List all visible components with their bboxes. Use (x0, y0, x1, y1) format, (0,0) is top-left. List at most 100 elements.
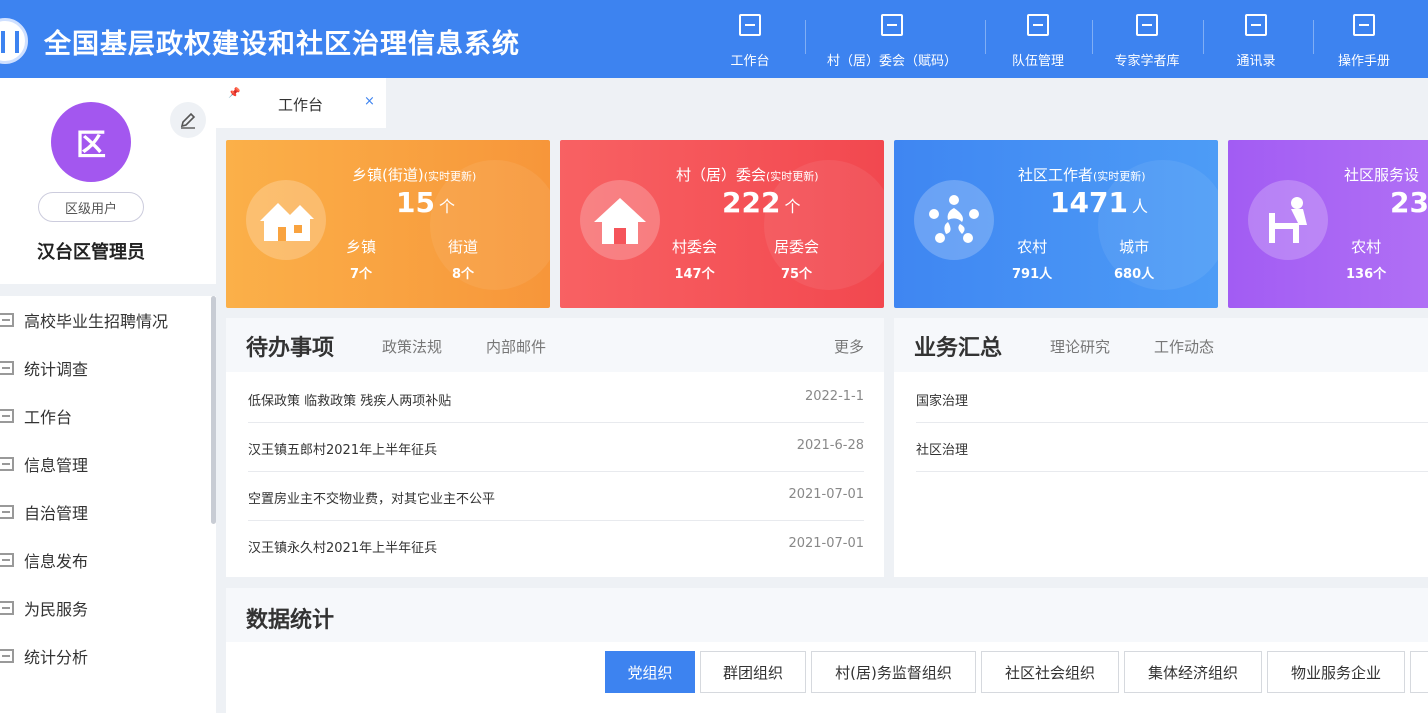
menu-item-info-management[interactable]: 信息管理 (0, 442, 210, 486)
nav-label: 队伍管理 (1011, 54, 1064, 69)
todo-panel: 待办事项 政策法规 内部邮件 更多 低保政策 临救政策 残疾人两项补贴 2022… (226, 318, 884, 577)
item-date: 2021-07-01 (788, 536, 864, 551)
avatar: 区 (51, 102, 131, 182)
card-sub-street: 街道 8个 (448, 238, 479, 282)
todo-title[interactable]: 待办事项 (246, 330, 334, 362)
menu-label: 工作台 (24, 408, 73, 427)
stat-card-committees[interactable]: 村（居）委会(实时更新) 222 个 村委会 147个 居委会 75个 (560, 140, 884, 308)
tab-policies[interactable]: 政策法规 (382, 336, 442, 357)
list-icon (0, 457, 14, 471)
item-date: 2021-07-01 (788, 487, 864, 502)
pencil-icon (180, 112, 196, 129)
menu-item-public-service[interactable]: 为民服务 (0, 586, 210, 630)
filter-social-org-button[interactable]: 社区社会组织 (981, 651, 1119, 693)
stat-card-service-facilities[interactable]: 社区服务设 231 农村136个 (1228, 140, 1428, 308)
filter-mass-org-button[interactable]: 群团组织 (700, 651, 806, 693)
nav-manual[interactable]: 操作手册 (1334, 0, 1394, 78)
list-item[interactable]: 国家治理 (916, 374, 1428, 423)
user-profile-card: 区 区级用户 汉台区管理员 (0, 78, 216, 284)
tab-theory-research[interactable]: 理论研究 (1050, 336, 1110, 357)
tab-label: 工作台 (278, 96, 324, 114)
tab-work-news[interactable]: 工作动态 (1154, 336, 1214, 357)
close-icon[interactable]: × (364, 94, 375, 109)
menu-item-autonomy-management[interactable]: 自治管理 (0, 490, 210, 534)
card-count: 15 个 (396, 186, 455, 219)
menu-label: 统计分析 (24, 648, 89, 667)
menu-item-workbench[interactable]: 工作台 (0, 394, 210, 438)
business-panel-header: 业务汇总 理论研究 工作动态 (894, 318, 1428, 372)
caregiver-icon (1248, 180, 1328, 260)
document-icon (0, 553, 14, 567)
menu-scrollbar[interactable] (211, 296, 216, 524)
item-date: 2022-1-1 (804, 389, 864, 404)
nav-label: 通讯录 (1236, 54, 1276, 69)
nav-divider (1313, 20, 1314, 54)
menu-item-statistical-analysis[interactable]: 统计分析 (0, 634, 210, 678)
business-panel: 业务汇总 理论研究 工作动态 国家治理 社区治理 (894, 318, 1428, 577)
card-count: 222 个 (722, 186, 801, 219)
list-icon (0, 313, 14, 327)
filter-property-service-button[interactable]: 物业服务企业 (1267, 651, 1405, 693)
card-count: 231 (1390, 186, 1428, 219)
stat-card-community-workers[interactable]: 社区工作者(实时更新) 1471 人 农村 791人 城市 680人 (894, 140, 1218, 308)
item-date: 2021-6-28 (796, 438, 864, 453)
user-name: 汉台区管理员 (37, 242, 145, 263)
more-link[interactable]: 更多 (834, 336, 864, 357)
menu-item-info-publishing[interactable]: 信息发布 (0, 538, 210, 582)
list-item[interactable]: 社区治理 (916, 423, 1428, 472)
business-title[interactable]: 业务汇总 (914, 330, 1002, 362)
data-stats-header: 数据统计 (226, 588, 1428, 642)
nav-label: 操作手册 (1337, 54, 1390, 69)
list-item[interactable]: 空置房业主不交物业费，对其它业主不公平 2021-07-01 (248, 472, 864, 521)
nav-divider (1203, 20, 1204, 54)
card-sub-village: 村委会 147个 (672, 238, 718, 282)
role-badge: 区级用户 (38, 192, 144, 222)
document-icon (0, 601, 14, 615)
card-sub-resident: 居委会 75个 (774, 238, 820, 282)
card-sub-rural: 农村 136个 (1346, 238, 1387, 282)
nav-label: 工作台 (730, 54, 770, 69)
item-title: 社区治理 (916, 443, 969, 458)
menu-label: 为民服务 (24, 600, 89, 619)
filter-next-button-partial[interactable] (1410, 651, 1428, 693)
data-stats-title: 数据统计 (246, 608, 335, 633)
menu-item-statistical-survey[interactable]: 统计调查 (0, 346, 210, 390)
tab-workbench[interactable]: 📌 工作台 × (216, 78, 386, 128)
filter-collective-economy-button[interactable]: 集体经济组织 (1124, 651, 1262, 693)
item-title: 汉王镇永久村2021年上半年征兵 (248, 541, 438, 556)
nav-label: 专家学者库 (1114, 54, 1180, 69)
stat-card-townships[interactable]: 乡镇(街道)(实时更新) 15 个 乡镇 7个 街道 8个 (226, 140, 550, 308)
people-circle-icon (914, 180, 994, 260)
nav-divider (1092, 20, 1093, 54)
tab-internal-mail[interactable]: 内部邮件 (486, 336, 546, 357)
code-icon (881, 14, 903, 36)
card-title: 乡镇(街道)(实时更新) (352, 166, 477, 184)
filter-supervision-org-button[interactable]: 村(居)务监督组织 (811, 651, 976, 693)
list-item[interactable]: 汉王镇五郎村2021年上半年征兵 2021-6-28 (248, 423, 864, 472)
list-item[interactable]: 低保政策 临救政策 残疾人两项补贴 2022-1-1 (248, 374, 864, 423)
card-title: 社区服务设 (1344, 166, 1420, 184)
menu-label: 自治管理 (24, 504, 89, 523)
nav-committee-coding[interactable]: 村（居）委会（赋码） (822, 0, 962, 78)
nav-team-management[interactable]: 队伍管理 (1008, 0, 1068, 78)
nav-expert-library[interactable]: 专家学者库 (1110, 0, 1184, 78)
edit-profile-button[interactable] (170, 102, 206, 138)
filter-party-org-button[interactable]: 党组织 (605, 651, 695, 693)
menu-item-graduate-recruitment[interactable]: 高校毕业生招聘情况 (0, 298, 210, 342)
todo-panel-header: 待办事项 政策法规 内部邮件 更多 (226, 318, 884, 372)
list-icon (0, 505, 14, 519)
top-header: 全国基层政权建设和社区治理信息系统 工作台 村（居）委会（赋码） 队伍管理 专家… (0, 0, 1428, 78)
pin-icon[interactable]: 📌 (228, 88, 240, 99)
nav-contacts[interactable]: 通讯录 (1233, 0, 1279, 78)
nav-label: 村（居）委会（赋码） (826, 54, 957, 69)
nav-workbench[interactable]: 工作台 (728, 0, 772, 78)
bar-chart-icon (0, 361, 14, 375)
card-sub-township: 乡镇 7个 (346, 238, 377, 282)
menu-label: 统计调查 (24, 360, 89, 379)
side-menu: 高校毕业生招聘情况 统计调查 工作台 信息管理 自治管理 信息发布 为民服务 统… (0, 296, 216, 713)
menu-label: 高校毕业生招聘情况 (24, 312, 169, 331)
bar-chart-icon (0, 649, 14, 663)
list-item[interactable]: 汉王镇永久村2021年上半年征兵 2021-07-01 (248, 521, 864, 570)
item-title: 汉王镇五郎村2021年上半年征兵 (248, 443, 438, 458)
chart-icon (0, 409, 14, 423)
